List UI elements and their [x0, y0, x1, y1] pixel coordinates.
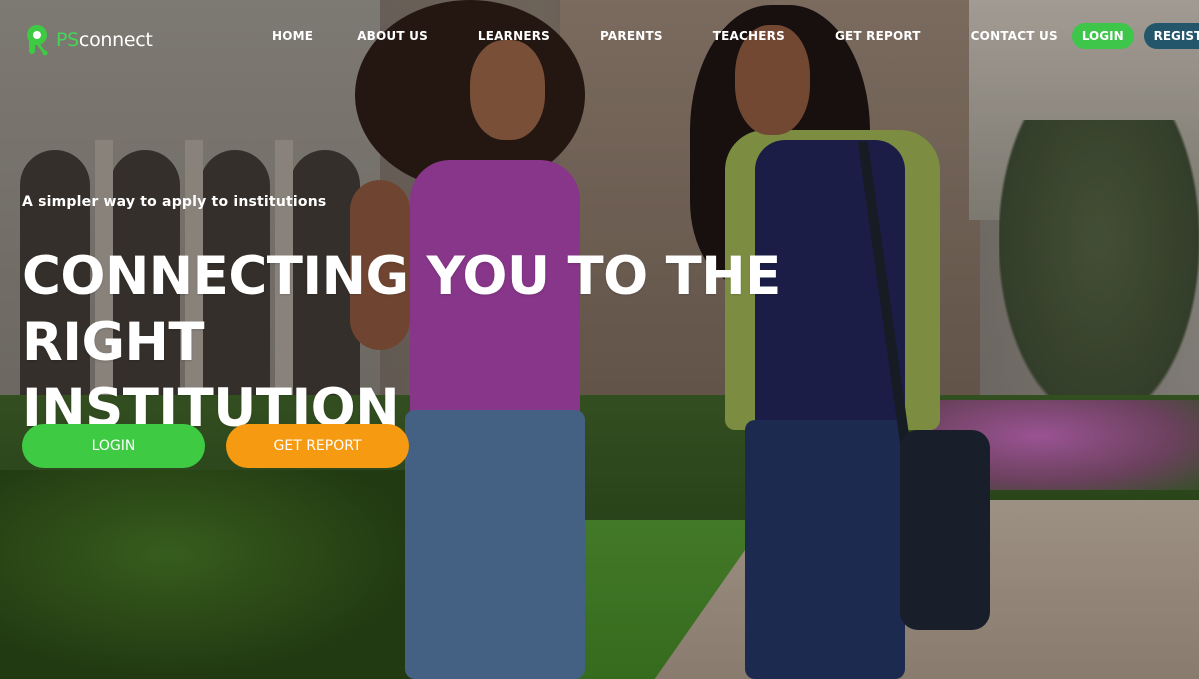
- nav-home[interactable]: HOME: [260, 21, 325, 51]
- headline-line-1: CONNECTING YOU TO THE RIGHT: [22, 246, 781, 373]
- nav-contact-us[interactable]: CONTACT US: [959, 21, 1070, 51]
- hero-get-report-button[interactable]: GET REPORT: [226, 424, 409, 468]
- logo-text: PSconnect: [56, 29, 153, 51]
- brand-logo[interactable]: PSconnect: [24, 24, 153, 56]
- nav-get-report[interactable]: GET REPORT: [823, 21, 933, 51]
- logo-icon: [24, 24, 50, 56]
- hero-tagline: A simpler way to apply to institutions: [22, 194, 327, 210]
- nav-login-button[interactable]: LOGIN: [1071, 23, 1134, 49]
- nav-teachers[interactable]: TEACHERS: [701, 21, 797, 51]
- nav-learners[interactable]: LEARNERS: [466, 21, 562, 51]
- nav-about-us[interactable]: ABOUT US: [345, 21, 440, 51]
- hero-headline: CONNECTING YOU TO THE RIGHT INSTITUTION: [22, 244, 922, 442]
- hero-login-button[interactable]: LOGIN: [22, 424, 205, 468]
- main-nav: HOME ABOUT US LEARNERS PARENTS TEACHERS …: [260, 21, 1199, 51]
- nav-register-button[interactable]: REGISTER: [1143, 23, 1199, 49]
- nav-parents[interactable]: PARENTS: [588, 21, 675, 51]
